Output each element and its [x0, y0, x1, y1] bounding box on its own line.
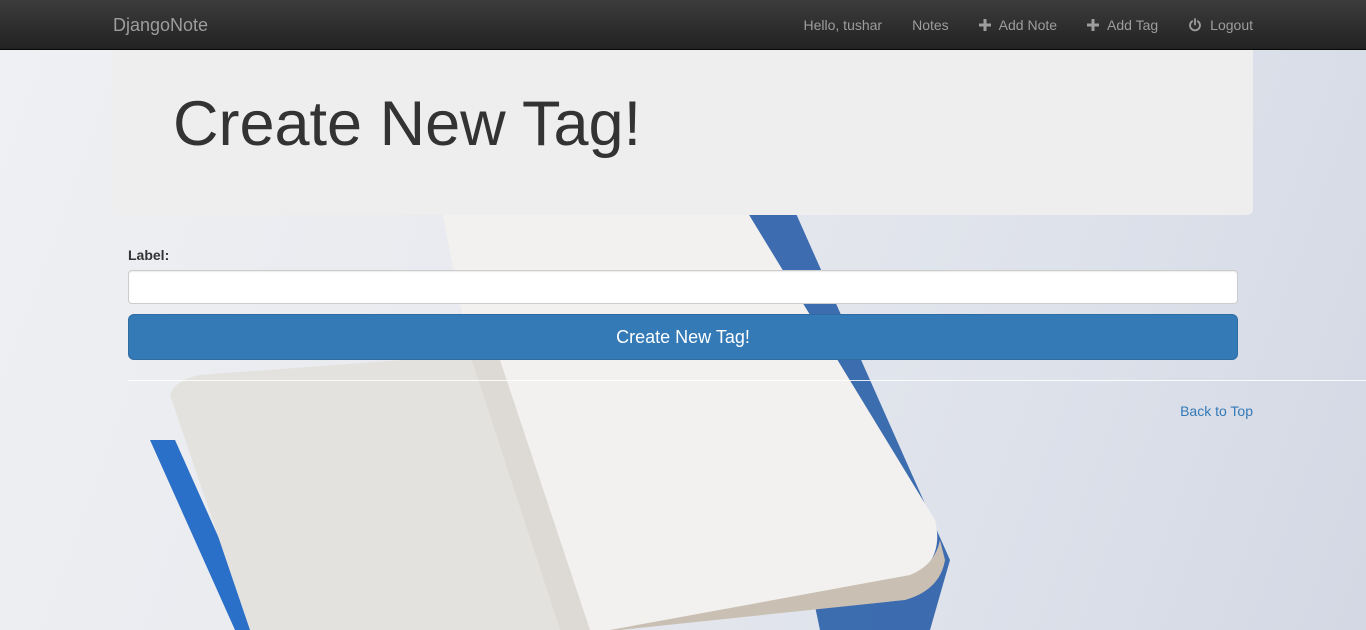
- create-tag-button[interactable]: Create New Tag!: [128, 314, 1238, 360]
- label-input[interactable]: [128, 270, 1238, 304]
- divider: [128, 380, 1366, 381]
- nav-add-tag-link[interactable]: Add Tag: [1072, 0, 1173, 50]
- nav-add-note-link[interactable]: Add Note: [964, 0, 1072, 50]
- nav-notes-label: Notes: [912, 17, 949, 33]
- label-field-label: Label:: [128, 247, 170, 263]
- plus-icon: [978, 19, 991, 31]
- brand-link[interactable]: DjangoNote: [113, 15, 208, 35]
- nav-add-note-label: Add Note: [998, 17, 1058, 33]
- power-icon: [1188, 18, 1202, 32]
- nav-notes-link[interactable]: Notes: [897, 0, 964, 50]
- navbar-right: Hello, tushar Notes Add Note Add Tag Log…: [789, 0, 1254, 50]
- nav-logout-link[interactable]: Logout: [1173, 0, 1253, 50]
- navbar: DjangoNote Hello, tushar Notes Add Note …: [0, 0, 1366, 50]
- create-tag-form: Label: Create New Tag!: [128, 246, 1238, 360]
- back-to-top-link[interactable]: Back to Top: [1180, 403, 1253, 419]
- page-title: Create New Tag!: [173, 89, 642, 159]
- jumbotron: Create New Tag!: [113, 50, 1253, 215]
- nav-add-tag-label: Add Tag: [1107, 17, 1159, 33]
- nav-logout-label: Logout: [1210, 17, 1253, 33]
- plus-icon: [1087, 19, 1100, 31]
- greeting-text: Hello, tushar: [803, 17, 883, 33]
